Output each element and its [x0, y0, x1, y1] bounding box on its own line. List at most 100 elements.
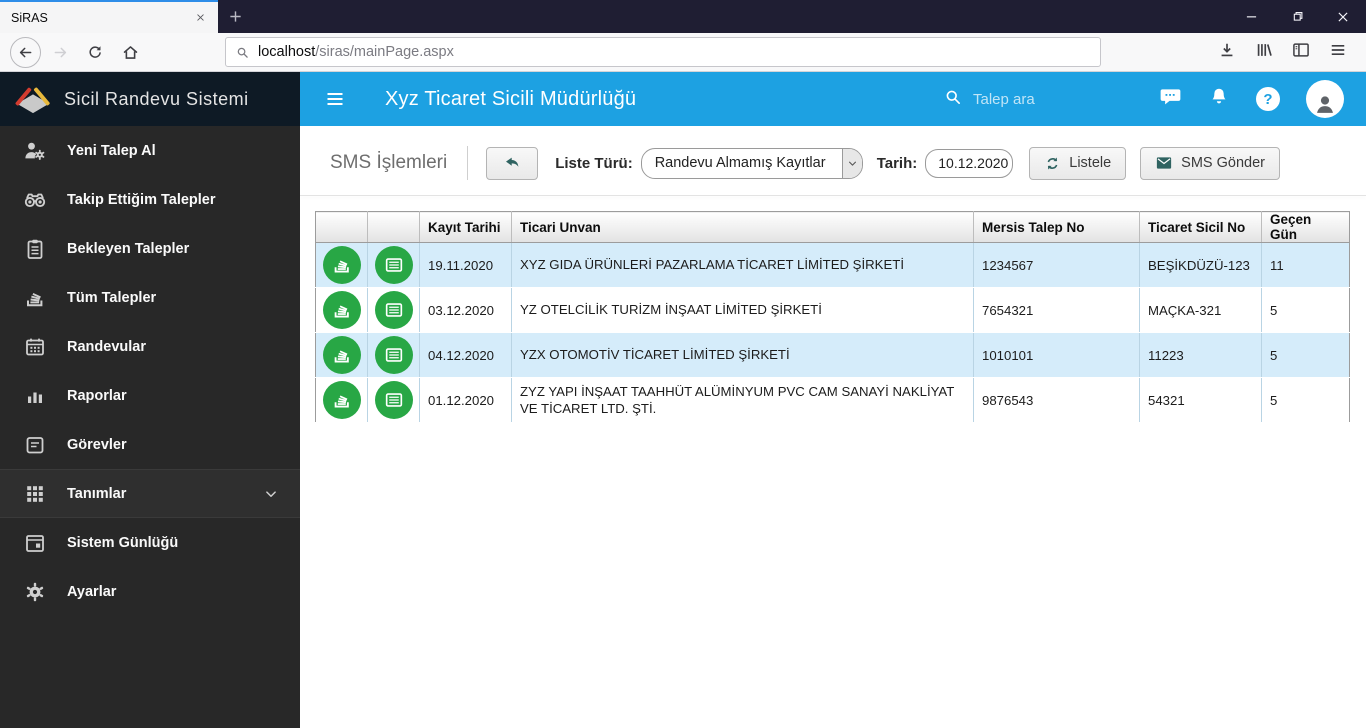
window-restore-button[interactable]	[1274, 0, 1320, 33]
sidebar-item-label: Tanımlar	[67, 485, 127, 502]
hamburger-menu-icon[interactable]	[323, 87, 347, 111]
sidebar-item-ayarlar[interactable]: Ayarlar	[0, 567, 300, 616]
chevron-down-icon[interactable]	[841, 148, 862, 178]
sidebar-item-label: Yeni Talep Al	[67, 142, 156, 159]
browser-titlebar: SiRAS	[0, 0, 1366, 33]
sidebar-item-label: Takip Ettiğim Talepler	[67, 191, 216, 208]
reload-button[interactable]	[79, 36, 111, 68]
col-mersis-talep-no: Mersis Talep No	[973, 211, 1140, 243]
search-input[interactable]: Talep ara	[943, 87, 1093, 112]
new-tab-button[interactable]	[218, 0, 252, 33]
tab-close-icon[interactable]	[191, 9, 209, 27]
row-detail-action-button[interactable]	[374, 246, 413, 284]
sidebar-item-gorevler[interactable]: Görevler	[0, 420, 300, 469]
sidebar-item-icon	[23, 580, 47, 604]
row-stack-action-button[interactable]	[322, 291, 361, 329]
row-detail-action-button[interactable]	[374, 336, 413, 374]
sidebar-item-icon	[23, 237, 47, 261]
toolbar-divider	[467, 146, 469, 180]
cell-gecen-gun: 5	[1261, 287, 1350, 333]
section-heading: SMS İşlemleri	[330, 152, 448, 173]
list-button[interactable]: Listele	[1029, 146, 1127, 180]
sidebar-nav: Yeni Talep Al Takip Ettiğim Talepler Bek…	[0, 126, 300, 616]
tab-title: SiRAS	[11, 10, 48, 25]
action-toolbar: SMS İşlemleri Liste Türü: Randevu Almamı…	[300, 126, 1366, 195]
notifications-icon[interactable]	[1208, 86, 1230, 113]
sidebar: Sicil Randevu Sistemi Yeni Talep Al Taki…	[0, 72, 300, 728]
sidebar-item-takip-ettigim-talepler[interactable]: Takip Ettiğim Talepler	[0, 175, 300, 224]
date-input[interactable]: 10.12.2020	[925, 148, 1014, 178]
list-type-label: Liste Türü:	[555, 154, 633, 172]
help-icon[interactable]: ?	[1256, 87, 1280, 111]
page-title: Xyz Ticaret Sicili Müdürlüğü	[385, 87, 637, 110]
sidebar-item-tanimlar[interactable]: Tanımlar	[0, 469, 300, 518]
window-minimize-button[interactable]	[1228, 0, 1274, 33]
toolbar-separator	[300, 195, 1366, 196]
sidebar-toggle-button[interactable]	[1291, 40, 1311, 65]
sidebar-item-raporlar[interactable]: Raporlar	[0, 371, 300, 420]
home-button[interactable]	[114, 36, 146, 68]
row-detail-action-button[interactable]	[374, 381, 413, 419]
sidebar-item-label: Sistem Günlüğü	[67, 534, 179, 551]
back-undo-button[interactable]	[486, 146, 539, 180]
row-stack-action-button[interactable]	[322, 246, 361, 284]
list-button-label: Listele	[1069, 155, 1112, 171]
messages-icon[interactable]	[1159, 85, 1182, 113]
cell-ticaret-sicil-no: MAÇKA-321	[1139, 287, 1262, 333]
cell-ticari-unvan: ZYZ YAPI İNŞAAT TAAHHÜT ALÜMİNYUM PVC CA…	[511, 377, 974, 423]
app-logo-icon	[14, 84, 52, 114]
cell-gecen-gun: 11	[1261, 242, 1350, 288]
sidebar-item-label: Bekleyen Talepler	[67, 240, 190, 257]
search-icon	[943, 87, 963, 112]
search-icon	[235, 45, 250, 60]
url-bar[interactable]: localhost/siras/mainPage.aspx	[225, 37, 1101, 67]
sidebar-item-randevular[interactable]: Randevular	[0, 322, 300, 371]
sidebar-item-icon	[23, 531, 47, 555]
records-table: Kayıt Tarihi Ticari Unvan Mersis Talep N…	[315, 211, 1350, 423]
row-stack-action-button[interactable]	[322, 336, 361, 374]
back-button[interactable]	[10, 36, 41, 68]
downloads-button[interactable]	[1217, 40, 1237, 65]
cell-gecen-gun: 5	[1261, 332, 1350, 378]
browser-toolbar: localhost/siras/mainPage.aspx	[0, 33, 1366, 72]
list-type-selected-value: Randevu Almamış Kayıtlar	[654, 155, 826, 171]
browser-tab[interactable]: SiRAS	[0, 0, 218, 33]
sidebar-item-sistem-gunlugu[interactable]: Sistem Günlüğü	[0, 518, 300, 567]
cell-mersis-talep-no: 1234567	[973, 242, 1140, 288]
col-ticari-unvan: Ticari Unvan	[511, 211, 974, 243]
sidebar-item-icon	[23, 384, 47, 408]
forward-button[interactable]	[44, 36, 76, 68]
library-button[interactable]	[1254, 40, 1274, 65]
cell-ticaret-sicil-no: 11223	[1139, 332, 1262, 378]
list-type-select[interactable]: Randevu Almamış Kayıtlar	[640, 147, 863, 179]
col-action2	[367, 211, 420, 243]
cell-kayit-tarihi: 03.12.2020	[419, 287, 512, 333]
menu-button[interactable]	[1328, 40, 1348, 65]
url-path: /siras/mainPage.aspx	[315, 44, 454, 60]
col-kayit-tarihi: Kayıt Tarihi	[419, 211, 512, 243]
cell-gecen-gun: 5	[1261, 377, 1350, 423]
sidebar-item-icon	[23, 139, 47, 163]
table-header-row: Kayıt Tarihi Ticari Unvan Mersis Talep N…	[315, 211, 1350, 243]
cell-ticaret-sicil-no: BEŞİKDÜZÜ-123	[1139, 242, 1262, 288]
sidebar-item-label: Raporlar	[67, 387, 127, 404]
url-host: localhost	[258, 44, 316, 60]
row-stack-action-button[interactable]	[322, 381, 361, 419]
sidebar-item-label: Ayarlar	[67, 583, 117, 600]
user-avatar[interactable]	[1306, 80, 1344, 118]
cell-mersis-talep-no: 1010101	[973, 332, 1140, 378]
sms-send-button[interactable]: SMS Gönder	[1140, 146, 1280, 180]
sidebar-item-icon	[23, 188, 47, 212]
cell-ticari-unvan: YZ OTELCİLİK TURİZM İNŞAAT LİMİTED ŞİRKE…	[511, 287, 974, 333]
sidebar-item-yeni-talep-al[interactable]: Yeni Talep Al	[0, 126, 300, 175]
sidebar-item-icon	[23, 335, 47, 359]
sidebar-item-bekleyen-talepler[interactable]: Bekleyen Talepler	[0, 224, 300, 273]
cell-kayit-tarihi: 04.12.2020	[419, 332, 512, 378]
app-brand-name: Sicil Randevu Sistemi	[64, 88, 249, 109]
window-close-button[interactable]	[1320, 0, 1366, 33]
sidebar-item-tum-talepler[interactable]: Tüm Talepler	[0, 273, 300, 322]
cell-ticari-unvan: XYZ GIDA ÜRÜNLERİ PAZARLAMA TİCARET LİMİ…	[511, 242, 974, 288]
row-detail-action-button[interactable]	[374, 291, 413, 329]
window-controls	[1228, 0, 1366, 33]
cell-mersis-talep-no: 7654321	[973, 287, 1140, 333]
